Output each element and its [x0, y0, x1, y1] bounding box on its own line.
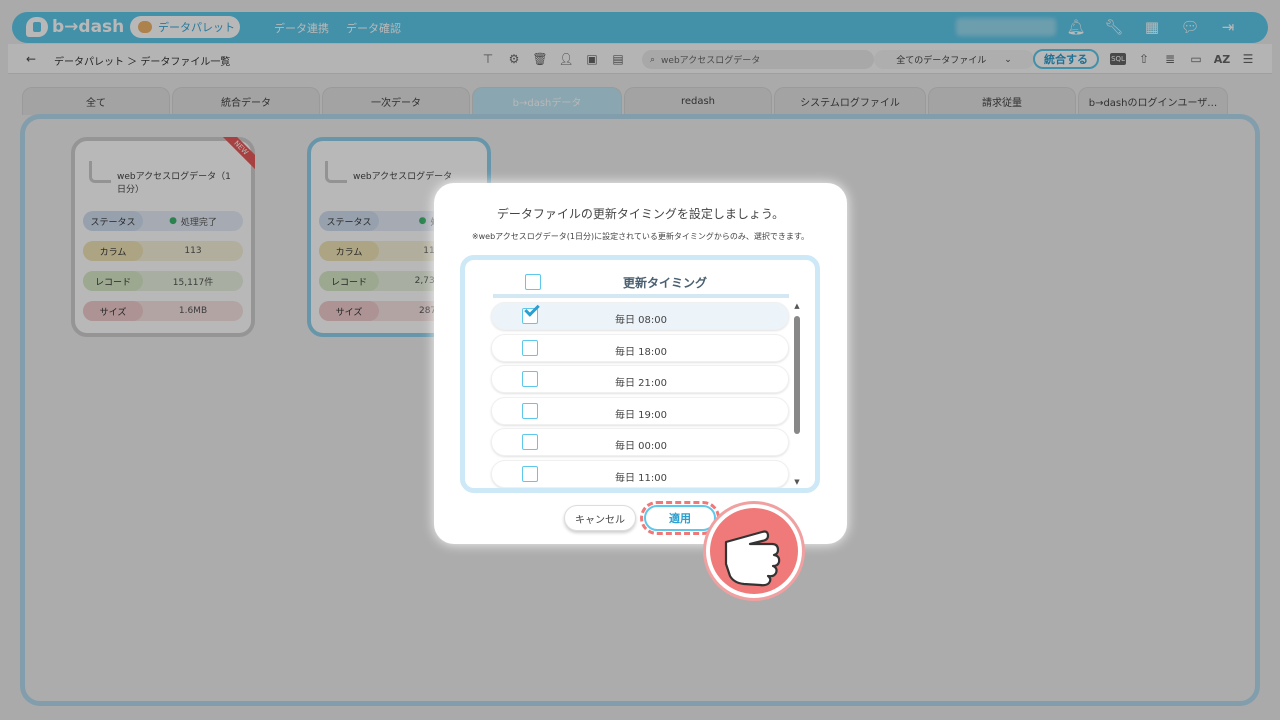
pointing-hand-icon — [706, 504, 802, 598]
scroll-down-icon[interactable]: ▼ — [793, 478, 801, 486]
column-header: 更新タイミング — [623, 276, 708, 290]
timing-list: 更新タイミング 毎日 08:00 毎日 18:00 毎日 21:00 毎日 19… — [460, 255, 820, 493]
timing-option[interactable]: 毎日 11:00 — [491, 460, 789, 488]
timing-option[interactable]: 毎日 18:00 — [491, 334, 789, 362]
dialog-note: ※webアクセスログデータ(1日分)に設定されている更新タイミングからのみ、選択… — [471, 232, 810, 241]
scroll-thumb[interactable] — [794, 316, 800, 434]
timing-option[interactable]: 毎日 19:00 — [491, 397, 789, 425]
list-scrollbar[interactable]: ▲ ▼ — [793, 302, 801, 486]
timing-option[interactable]: 毎日 08:00 — [491, 301, 789, 330]
apply-button[interactable]: 適用 — [644, 505, 716, 531]
scroll-up-icon[interactable]: ▲ — [793, 302, 801, 310]
timing-option[interactable]: 毎日 21:00 — [491, 365, 789, 393]
select-all-checkbox[interactable] — [525, 274, 541, 290]
update-timing-dialog: データファイルの更新タイミングを設定しましょう。 ※webアクセスログデータ(1… — [434, 183, 847, 544]
timing-option[interactable]: 毎日 00:00 — [491, 428, 789, 456]
cancel-button[interactable]: キャンセル — [564, 505, 636, 531]
dialog-title: データファイルの更新タイミングを設定しましょう。 — [496, 207, 785, 221]
timing-list-header: 更新タイミング — [493, 268, 789, 298]
